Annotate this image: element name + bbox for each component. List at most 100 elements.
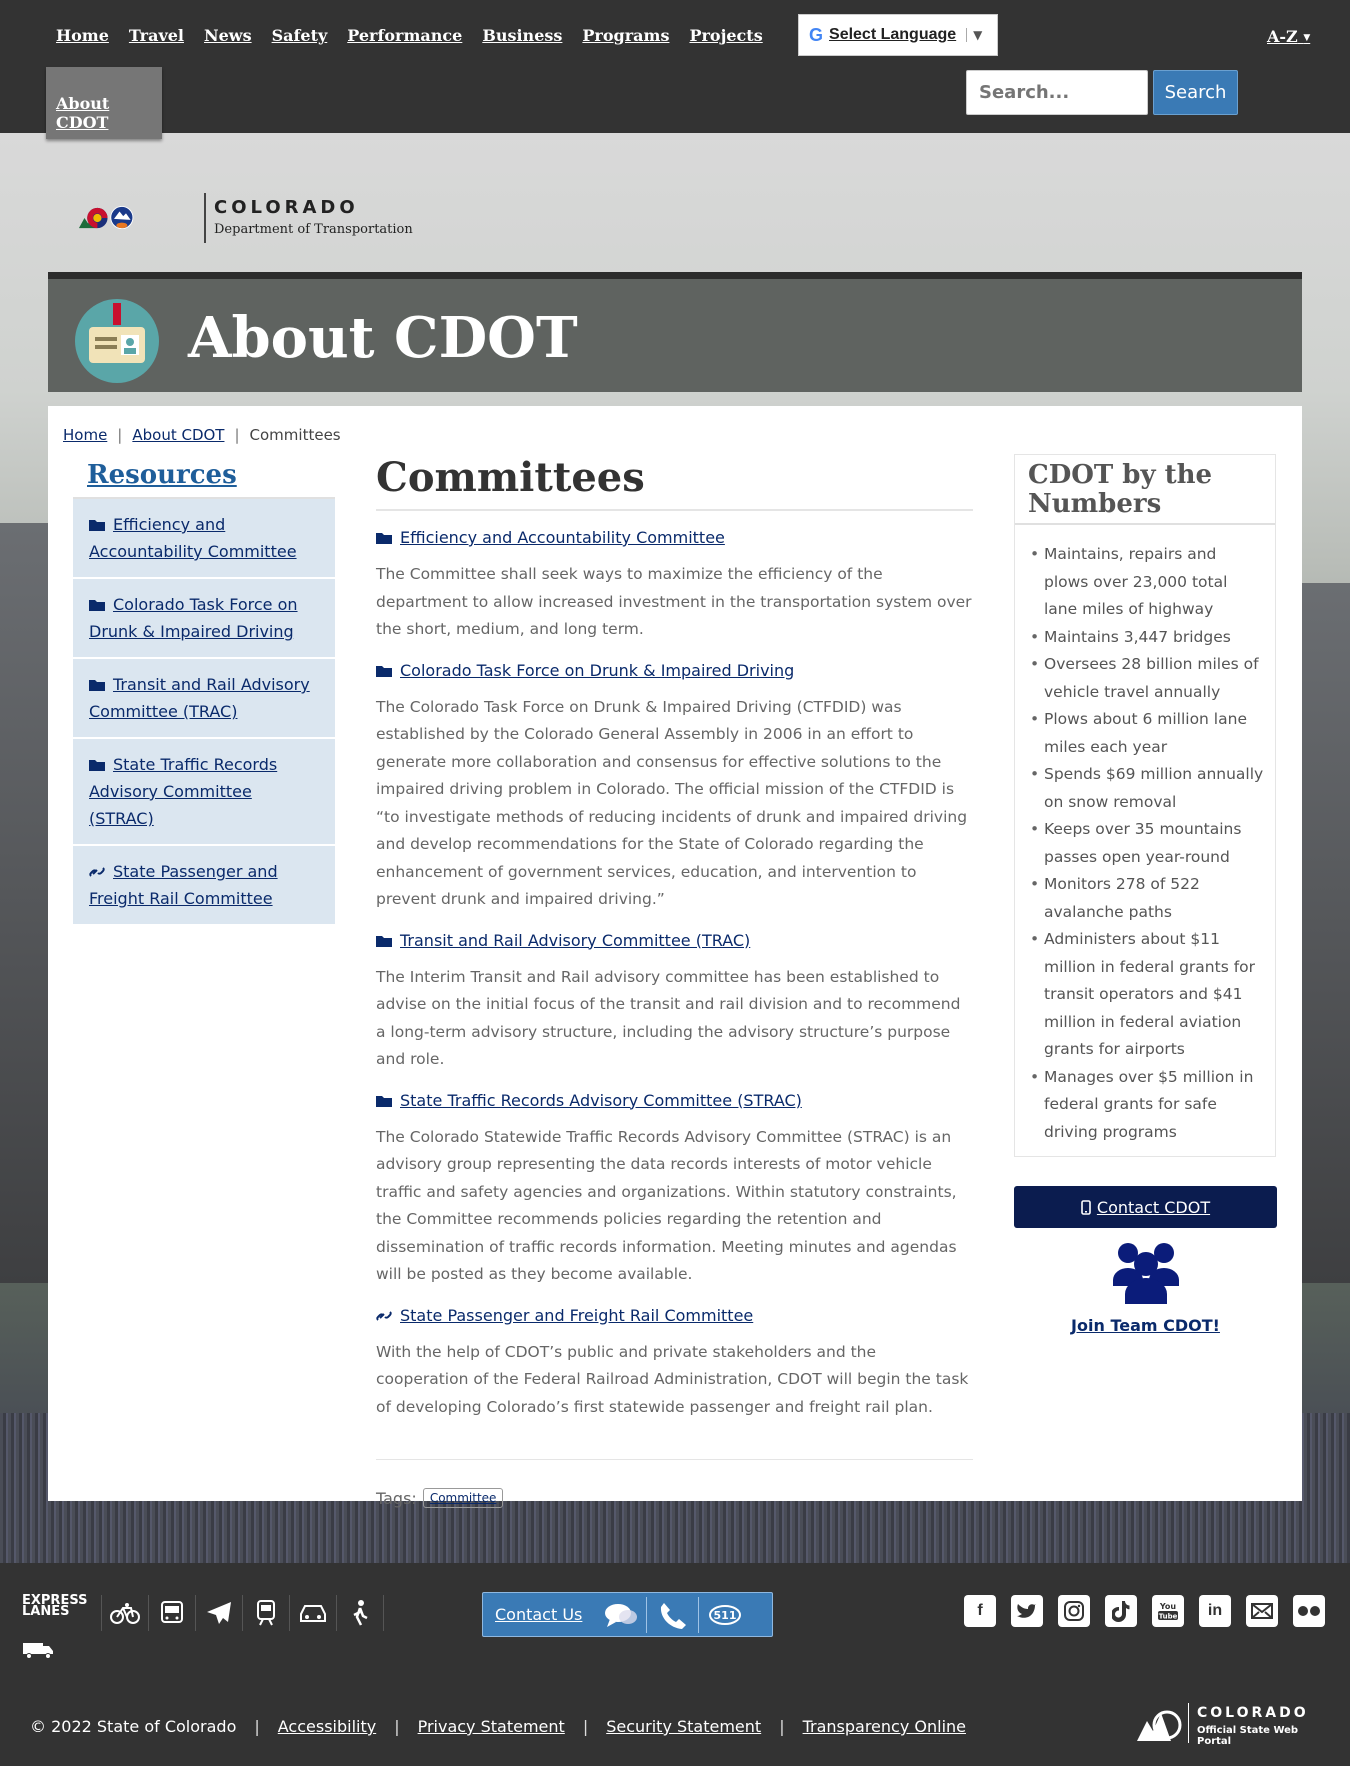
phone-icon[interactable] bbox=[647, 1596, 699, 1633]
nav-programs[interactable]: Programs bbox=[582, 26, 669, 45]
cdot-by-numbers: CDOT by the Numbers Maintains, repairs a… bbox=[1014, 454, 1276, 1157]
committee-title[interactable]: Transit and Rail Advisory Committee (TRA… bbox=[400, 931, 750, 950]
truck-icon[interactable] bbox=[22, 1640, 54, 1664]
top-navigation: Home Travel News Safety Performance Busi… bbox=[0, 0, 1350, 139]
list-item: Maintains, repairs and plows over 23,000… bbox=[1030, 541, 1265, 624]
state-portal-label: Official State Web Portal bbox=[1197, 1725, 1299, 1747]
bus-icon[interactable] bbox=[149, 1595, 196, 1631]
breadcrumb-about[interactable]: About CDOT bbox=[132, 426, 224, 444]
folder-icon bbox=[376, 533, 392, 544]
nav-performance[interactable]: Performance bbox=[347, 26, 462, 45]
list-item: Administers about $11 million in federal… bbox=[1030, 926, 1265, 1064]
copyright: © 2022 State of Colorado bbox=[30, 1717, 237, 1736]
colorado-state-logo[interactable]: COLORADO Official State Web Portal bbox=[1135, 1701, 1335, 1751]
committee-description: The Colorado Task Force on Drunk & Impai… bbox=[376, 697, 968, 909]
committee-link-efficiency[interactable]: Efficiency and Accountability Committee bbox=[376, 527, 973, 549]
contact-us-link[interactable]: Contact Us bbox=[495, 1605, 595, 1624]
colorado-cdot-emblem-icon bbox=[78, 205, 134, 230]
twitter-icon[interactable] bbox=[1011, 1595, 1043, 1627]
youtube-icon[interactable]: You Tube bbox=[1152, 1595, 1184, 1627]
sidebar-item-label[interactable]: State Traffic Records Advisory Committee… bbox=[89, 755, 277, 828]
svg-text:You: You bbox=[1159, 1602, 1177, 1611]
join-team-link[interactable]: Join Team CDOT! bbox=[1014, 1316, 1277, 1335]
nav-projects[interactable]: Projects bbox=[689, 26, 762, 45]
sidebar-item-drunk-driving[interactable]: Colorado Task Force on Drunk & Impaired … bbox=[73, 579, 335, 659]
link-icon bbox=[89, 867, 105, 877]
security-statement-link[interactable]: Security Statement bbox=[606, 1717, 761, 1736]
bike-icon[interactable] bbox=[102, 1595, 149, 1631]
511-icon[interactable]: 511 bbox=[699, 1597, 751, 1633]
accessibility-link[interactable]: Accessibility bbox=[278, 1717, 376, 1736]
flickr-icon[interactable] bbox=[1293, 1595, 1325, 1627]
email-icon[interactable] bbox=[1246, 1595, 1278, 1627]
breadcrumb-separator: | bbox=[234, 426, 240, 444]
facebook-icon[interactable]: f bbox=[964, 1595, 996, 1627]
sidebar-item-trac[interactable]: Transit and Rail Advisory Committee (TRA… bbox=[73, 659, 335, 739]
page-banner-title: About CDOT bbox=[188, 305, 578, 371]
language-label: Select Language bbox=[829, 26, 957, 43]
sidebar-item-label[interactable]: State Passenger and Freight Rail Committ… bbox=[89, 862, 278, 908]
main-content: Committees Efficiency and Accountability… bbox=[376, 454, 973, 1508]
committee-link-drunk-driving[interactable]: Colorado Task Force on Drunk & Impaired … bbox=[376, 660, 973, 682]
footer-top: EXPRESS LANES Contact Us 511 f You Tube i… bbox=[0, 1563, 1350, 1671]
tiktok-icon[interactable] bbox=[1105, 1595, 1137, 1627]
express-lanes-icon[interactable]: EXPRESS LANES bbox=[22, 1593, 102, 1631]
cdot-logo[interactable]: COLORADO Department of Transportation bbox=[78, 190, 428, 246]
instagram-icon[interactable] bbox=[1058, 1595, 1090, 1627]
join-team[interactable]: Join Team CDOT! bbox=[1014, 1240, 1277, 1335]
list-item: Oversees 28 billion miles of vehicle tra… bbox=[1030, 651, 1265, 706]
privacy-statement-link[interactable]: Privacy Statement bbox=[418, 1717, 565, 1736]
svg-text:Tube: Tube bbox=[1159, 1613, 1178, 1621]
breadcrumb-home[interactable]: Home bbox=[63, 426, 107, 444]
sidebar-item-passenger-rail[interactable]: State Passenger and Freight Rail Committ… bbox=[73, 846, 335, 926]
sidebar-item-strac[interactable]: State Traffic Records Advisory Committee… bbox=[73, 739, 335, 846]
folder-icon bbox=[89, 520, 105, 531]
car-icon[interactable] bbox=[290, 1595, 337, 1631]
folder-icon bbox=[89, 760, 105, 771]
airplane-icon[interactable] bbox=[196, 1595, 243, 1631]
az-menu[interactable]: A-Z ▼ bbox=[1267, 27, 1310, 46]
chat-icon[interactable] bbox=[595, 1596, 647, 1633]
svg-text:511: 511 bbox=[714, 1609, 737, 1622]
nav-travel[interactable]: Travel bbox=[129, 26, 184, 45]
language-selector[interactable]: G Select Language ▼ bbox=[798, 14, 998, 56]
list-item: Spends $69 million annually on snow remo… bbox=[1030, 761, 1265, 816]
train-icon[interactable] bbox=[243, 1595, 290, 1631]
resources-heading[interactable]: Resources bbox=[73, 454, 335, 499]
nav-about-cdot-tab[interactable]: About CDOT bbox=[46, 67, 162, 139]
link-icon bbox=[376, 1310, 392, 1321]
committee-title[interactable]: State Passenger and Freight Rail Committ… bbox=[400, 1306, 753, 1325]
committee-link-passenger-rail[interactable]: State Passenger and Freight Rail Committ… bbox=[376, 1305, 973, 1327]
nav-home[interactable]: Home bbox=[56, 26, 109, 45]
nav-safety[interactable]: Safety bbox=[272, 26, 328, 45]
committee-title[interactable]: Colorado Task Force on Drunk & Impaired … bbox=[400, 661, 794, 680]
committee-title[interactable]: State Traffic Records Advisory Committee… bbox=[400, 1091, 802, 1110]
list-item: Plows about 6 million lane miles each ye… bbox=[1030, 706, 1265, 761]
search-button[interactable]: Search bbox=[1153, 70, 1238, 115]
sidebar-item-label[interactable]: Efficiency and Accountability Committee bbox=[89, 515, 297, 561]
content-panel: Home | About CDOT | Committees Resources Eff… bbox=[48, 406, 1302, 1508]
nav-about-cdot[interactable]: About CDOT bbox=[56, 94, 162, 132]
resources-sidebar: Resources Efficiency and Accountability … bbox=[73, 454, 335, 926]
committee-link-strac[interactable]: State Traffic Records Advisory Committee… bbox=[376, 1090, 973, 1112]
pedestrian-icon[interactable] bbox=[337, 1595, 384, 1631]
tag-committee[interactable]: Committee bbox=[422, 1488, 504, 1508]
search-input[interactable] bbox=[966, 70, 1148, 115]
committee-title[interactable]: Efficiency and Accountability Committee bbox=[400, 528, 725, 547]
committee-link-trac[interactable]: Transit and Rail Advisory Committee (TRA… bbox=[376, 930, 973, 952]
linkedin-icon[interactable]: in bbox=[1199, 1595, 1231, 1627]
page-title: Committees bbox=[376, 454, 973, 511]
contact-us-bar[interactable]: Contact Us 511 bbox=[482, 1592, 773, 1637]
id-badge-icon bbox=[75, 299, 159, 383]
sidebar-item-label[interactable]: Colorado Task Force on Drunk & Impaired … bbox=[89, 595, 298, 641]
sidebar-item-label[interactable]: Transit and Rail Advisory Committee (TRA… bbox=[89, 675, 310, 721]
transparency-online-link[interactable]: Transparency Online bbox=[803, 1717, 966, 1736]
express-lanes-label: EXPRESS LANES bbox=[22, 1593, 88, 1619]
nav-news[interactable]: News bbox=[204, 26, 252, 45]
logo-wordmark: COLORADO bbox=[214, 197, 359, 218]
sidebar-item-efficiency[interactable]: Efficiency and Accountability Committee bbox=[73, 499, 335, 579]
committee-description: The Interim Transit and Rail advisory co… bbox=[376, 967, 961, 1069]
az-label: A-Z bbox=[1267, 27, 1298, 46]
nav-business[interactable]: Business bbox=[482, 26, 562, 45]
contact-cdot-button[interactable]: Contact CDOT bbox=[1014, 1186, 1277, 1228]
